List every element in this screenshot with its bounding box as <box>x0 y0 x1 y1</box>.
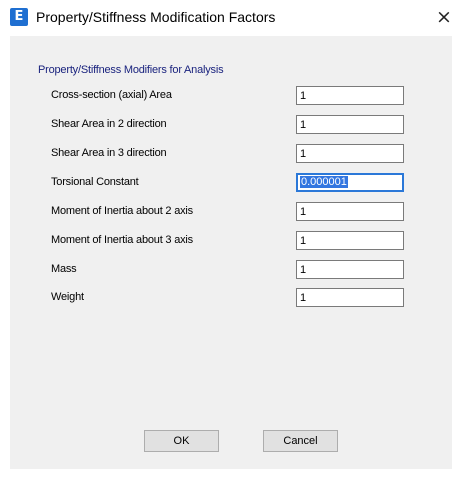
label-moment-inertia-3: Moment of Inertia about 3 axis <box>51 234 193 246</box>
cross-section-area-field[interactable] <box>296 86 404 105</box>
moment-inertia-2-field[interactable] <box>296 202 404 221</box>
close-icon[interactable]: × <box>430 4 458 30</box>
label-mass: Mass <box>51 263 77 275</box>
shear-area-2-field[interactable] <box>296 115 404 134</box>
label-torsional-constant: Torsional Constant <box>51 176 139 188</box>
dialog-title: Property/Stiffness Modification Factors <box>36 9 276 25</box>
title-bar: E Property/Stiffness Modification Factor… <box>0 0 462 36</box>
selected-text: 0.000001 <box>300 176 348 188</box>
label-shear-area-3: Shear Area in 3 direction <box>51 147 167 159</box>
group-label: Property/Stiffness Modifiers for Analysi… <box>38 64 224 76</box>
mass-field[interactable] <box>296 260 404 279</box>
shear-area-3-field[interactable] <box>296 144 404 163</box>
torsional-constant-field[interactable]: 0.000001 <box>296 173 404 192</box>
cancel-button[interactable]: Cancel <box>263 430 338 452</box>
moment-inertia-3-field[interactable] <box>296 231 404 250</box>
weight-field[interactable] <box>296 288 404 307</box>
label-shear-area-2: Shear Area in 2 direction <box>51 118 167 130</box>
label-weight: Weight <box>51 291 84 303</box>
app-icon: E <box>10 8 28 26</box>
label-moment-inertia-2: Moment of Inertia about 2 axis <box>51 205 193 217</box>
label-cross-section-area: Cross-section (axial) Area <box>51 89 172 101</box>
dialog-window: E Property/Stiffness Modification Factor… <box>0 0 462 487</box>
ok-button[interactable]: OK <box>144 430 219 452</box>
